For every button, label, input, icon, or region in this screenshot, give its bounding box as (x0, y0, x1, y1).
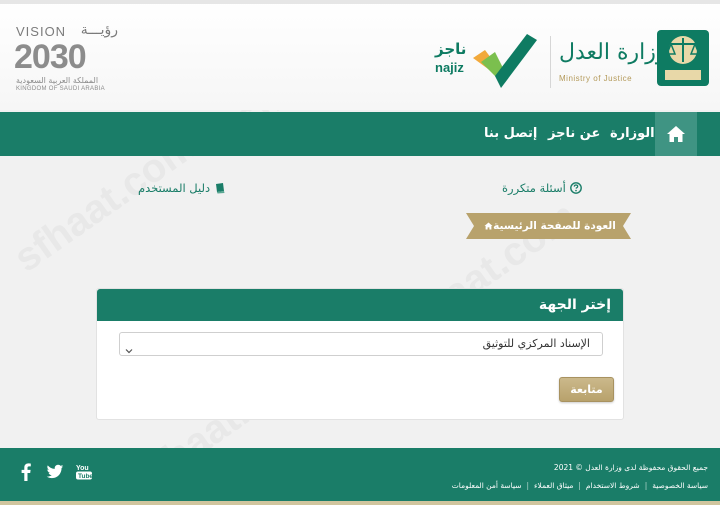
facebook-link[interactable] (17, 463, 35, 481)
book-icon (214, 182, 226, 194)
ministry-name-ar: وزارة العدل (559, 40, 667, 65)
ministry-emblem-icon (657, 30, 709, 86)
user-guide-link[interactable]: دليل المستخدم (138, 181, 226, 195)
choose-entity-panel: إختر الجهة الإسناد المركزي للتوثيق متابع… (96, 288, 624, 420)
main-nav: الوزارة عن ناجز إتصل بنا (0, 112, 720, 156)
back-home-link[interactable]: العودة للصفحة الرئيسية (466, 213, 631, 239)
home-icon (667, 126, 685, 142)
site-footer: جميع الحقوق محفوظة لدى وزارة العدل © 202… (0, 448, 720, 505)
footer-strip (0, 501, 720, 505)
nav-item-about-najiz[interactable]: عن ناجز (548, 112, 600, 156)
site-header: VISION رؤيـــة 2030 المملكة العربية السع… (0, 0, 720, 110)
footer-link-customer-charter[interactable]: ميثاق العملاء (534, 481, 573, 490)
najiz-logo[interactable]: ناجز najiz (433, 32, 538, 90)
ministry-of-justice-logo[interactable]: وزارة العدل Ministry of Justice (555, 28, 715, 90)
faq-label: أسئلة متكررة (502, 181, 566, 195)
home-button[interactable] (655, 112, 697, 156)
copyright-text: جميع الحقوق محفوظة لدى وزارة العدل © 202… (553, 463, 708, 472)
chevron-down-icon (125, 340, 133, 359)
najiz-name-ar: ناجز (435, 40, 467, 58)
vision-year: 2030 (14, 38, 87, 76)
continue-button[interactable]: متابعة (559, 377, 614, 402)
faq-link[interactable]: أسئلة متكررة (502, 181, 582, 195)
youtube-icon: You Tube (76, 465, 93, 480)
youtube-link[interactable]: You Tube (75, 463, 93, 481)
nav-item-contact[interactable]: إتصل بنا (484, 112, 537, 156)
footer-link-terms[interactable]: شروط الاستخدام (586, 481, 640, 490)
svg-text:Tube: Tube (78, 473, 93, 480)
vision-title-ar: رؤيـــة (80, 22, 118, 38)
footer-links: سياسة أمن المعلومات | ميثاق العملاء | شر… (451, 481, 708, 490)
twitter-link[interactable] (46, 463, 64, 481)
najiz-check-icon (473, 34, 537, 88)
panel-header: إختر الجهة (97, 289, 623, 321)
ministry-name-en: Ministry of Justice (559, 74, 633, 83)
header-divider (550, 36, 551, 88)
question-circle-icon (569, 182, 582, 194)
panel-title: إختر الجهة (538, 297, 611, 313)
back-home-label: العودة للصفحة الرئيسية (493, 220, 616, 232)
entity-select-value: الإسناد المركزي للتوثيق (482, 337, 590, 350)
top-strip (0, 0, 720, 4)
home-icon (484, 222, 493, 230)
entity-select[interactable]: الإسناد المركزي للتوثيق (119, 332, 603, 356)
vision-2030-logo: VISION رؤيـــة 2030 المملكة العربية السع… (14, 22, 124, 96)
najiz-name-en: najiz (435, 60, 464, 75)
nav-item-ministry[interactable]: الوزارة (610, 112, 655, 156)
user-guide-label: دليل المستخدم (138, 181, 211, 195)
footer-link-infosec-policy[interactable]: سياسة أمن المعلومات (452, 481, 522, 490)
facebook-icon (21, 463, 31, 481)
twitter-icon (46, 464, 64, 479)
vision-kingdom-ar: المملكة العربية السعودية (16, 76, 99, 85)
svg-text:You: You (76, 465, 89, 472)
vision-kingdom-en: KINGDOM OF SAUDI ARABIA (16, 86, 105, 92)
vision-title: VISION (16, 24, 67, 39)
footer-link-privacy[interactable]: سياسة الخصوصية (652, 481, 708, 490)
